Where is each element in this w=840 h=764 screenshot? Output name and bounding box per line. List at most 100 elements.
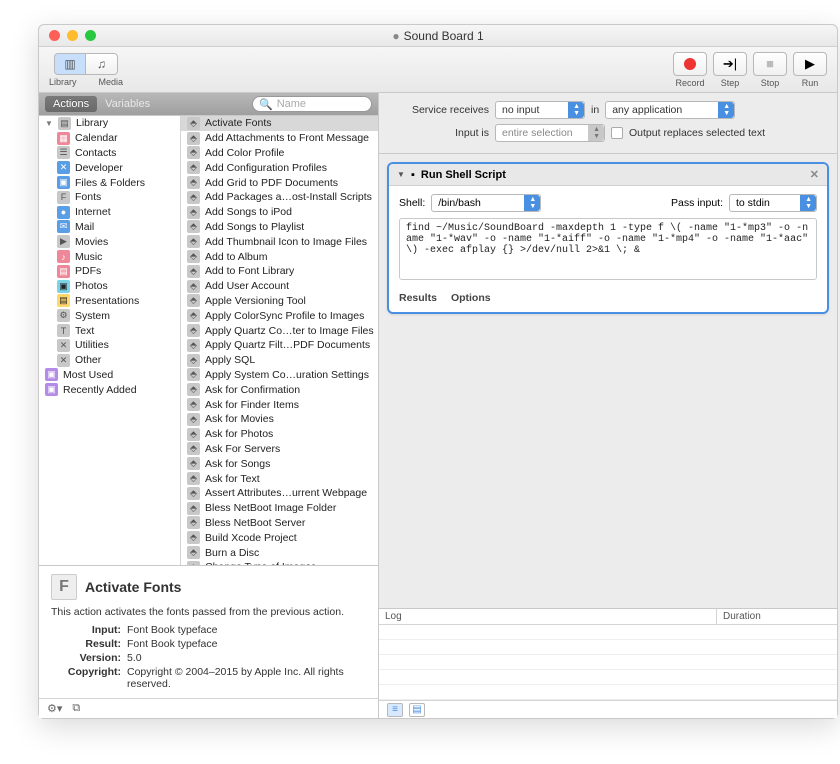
step-header[interactable]: ▼ ▪ Run Shell Script ✕ [389, 164, 827, 186]
action-item[interactable]: ⬘Add User Account [181, 279, 378, 294]
search-input[interactable]: 🔍 Name [252, 96, 372, 112]
category-label: Mail [75, 221, 94, 233]
shell-script-textarea[interactable]: find ~/Music/SoundBoard -maxdepth 1 -typ… [399, 218, 817, 280]
log-console-view-button[interactable]: ▤ [409, 703, 425, 717]
action-item[interactable]: ⬘Apple Versioning Tool [181, 294, 378, 309]
action-item[interactable]: ⬘Build Xcode Project [181, 530, 378, 545]
service-receives-select[interactable]: no input▲▼ [495, 101, 585, 119]
action-item[interactable]: ⬘Apply ColorSync Profile to Images [181, 308, 378, 323]
action-label: Bless NetBoot Server [205, 517, 305, 529]
action-item[interactable]: ⬘Add Color Profile [181, 146, 378, 161]
action-item[interactable]: ⬘Add Songs to iPod [181, 205, 378, 220]
action-item[interactable]: ⬘Apply SQL [181, 353, 378, 368]
category-item[interactable]: ▤Presentations [39, 294, 180, 309]
action-item[interactable]: ⬘Activate Fonts [181, 116, 378, 131]
close-window-button[interactable] [49, 30, 60, 41]
action-item[interactable]: ⬘Bless NetBoot Server [181, 516, 378, 531]
in-label: in [591, 104, 599, 116]
category-item[interactable]: ☰Contacts [39, 146, 180, 161]
input-is-select[interactable]: entire selection▲▼ [495, 124, 605, 142]
category-item[interactable]: ▶Movies [39, 234, 180, 249]
category-item[interactable]: ⚙System [39, 308, 180, 323]
zoom-window-button[interactable] [85, 30, 96, 41]
action-item[interactable]: ⬘Ask For Servers [181, 442, 378, 457]
action-item[interactable]: ⬘Add Songs to Playlist [181, 220, 378, 235]
info-result-value: Font Book typeface [127, 638, 366, 650]
workflow-area: Service receives no input▲▼ in any appli… [379, 93, 837, 718]
action-item[interactable]: ⬘Add Packages a…ost-Install Scripts [181, 190, 378, 205]
action-item[interactable]: ⬘Add Grid to PDF Documents [181, 175, 378, 190]
action-item[interactable]: ⬘Apply Quartz Filt…PDF Documents [181, 338, 378, 353]
action-item[interactable]: ⬘Ask for Finder Items [181, 397, 378, 412]
minimize-window-button[interactable] [67, 30, 78, 41]
step-options-button[interactable]: Options [451, 292, 491, 304]
library-label: Library [49, 77, 77, 87]
category-list[interactable]: ▼▤Library▦Calendar☰Contacts✕Developer▣Fi… [39, 116, 181, 565]
category-item[interactable]: ✉Mail [39, 220, 180, 235]
action-item[interactable]: ⬘Apply System Co…uration Settings [181, 368, 378, 383]
action-item[interactable]: ⬘Add to Album [181, 249, 378, 264]
action-item[interactable]: ⬘Ask for Text [181, 471, 378, 486]
output-replaces-checkbox[interactable] [611, 127, 623, 139]
gear-icon[interactable]: ⚙▾ [47, 702, 62, 715]
action-item[interactable]: ⬘Add to Font Library [181, 264, 378, 279]
shell-select[interactable]: /bin/bash▲▼ [431, 194, 541, 212]
toolbar: ▥ ♫ Library Media Record ➔|Step ■Stop ▶R… [39, 47, 837, 93]
info-result-key: Result: [51, 638, 121, 650]
record-button[interactable] [673, 52, 707, 76]
category-item[interactable]: ▤PDFs [39, 264, 180, 279]
action-item[interactable]: ⬘Ask for Songs [181, 456, 378, 471]
action-item[interactable]: ⬘Burn a Disc [181, 545, 378, 560]
workflow-step-run-shell-script[interactable]: ▼ ▪ Run Shell Script ✕ Shell: /bin/bash▲… [387, 162, 829, 314]
library-panel: Actions Variables 🔍 Name ▼▤Library▦Calen… [39, 93, 379, 718]
action-item[interactable]: ⬘Add Thumbnail Icon to Image Files [181, 234, 378, 249]
action-icon: ⬘ [187, 132, 200, 145]
category-icon: ♪ [57, 250, 70, 263]
tab-variables[interactable]: Variables [97, 96, 158, 112]
action-item[interactable]: ⬘Bless NetBoot Image Folder [181, 501, 378, 516]
disclosure-triangle-icon[interactable]: ▼ [45, 119, 53, 127]
category-item[interactable]: ▣Photos [39, 279, 180, 294]
log-column-log[interactable]: Log [379, 609, 717, 624]
category-item[interactable]: ✕Other [39, 353, 180, 368]
stop-button[interactable]: ■ [753, 52, 787, 76]
category-item[interactable]: ▣Files & Folders [39, 175, 180, 190]
service-app-select[interactable]: any application▲▼ [605, 101, 735, 119]
category-item[interactable]: ▦Calendar [39, 131, 180, 146]
category-item[interactable]: ▣Most Used [39, 368, 180, 383]
category-icon: T [57, 324, 70, 337]
action-item[interactable]: ⬘Ask for Photos [181, 427, 378, 442]
action-icon: ⬘ [187, 309, 200, 322]
workflow-icon[interactable]: ⧉ [72, 702, 80, 715]
library-view-button[interactable]: ▥ [54, 53, 86, 75]
category-item[interactable]: ▣Recently Added [39, 382, 180, 397]
action-item[interactable]: ⬘Add Attachments to Front Message [181, 131, 378, 146]
run-button[interactable]: ▶ [793, 52, 827, 76]
action-icon: ⬘ [187, 472, 200, 485]
workflow-canvas[interactable]: ▼ ▪ Run Shell Script ✕ Shell: /bin/bash▲… [379, 154, 837, 608]
step-results-button[interactable]: Results [399, 292, 437, 304]
action-item[interactable]: ⬘Add Configuration Profiles [181, 160, 378, 175]
category-item[interactable]: ♪Music [39, 249, 180, 264]
action-item[interactable]: ⬘Ask for Movies [181, 412, 378, 427]
tab-actions[interactable]: Actions [45, 96, 97, 112]
close-step-button[interactable]: ✕ [810, 168, 819, 181]
log-list-view-button[interactable]: ≡ [387, 703, 403, 717]
category-label: System [75, 310, 110, 322]
category-item[interactable]: ✕Developer [39, 160, 180, 175]
log-column-duration[interactable]: Duration [717, 609, 837, 624]
category-item[interactable]: ✕Utilities [39, 338, 180, 353]
info-input-key: Input: [51, 624, 121, 636]
category-item[interactable]: ▼▤Library [39, 116, 180, 131]
disclosure-triangle-icon[interactable]: ▼ [397, 171, 405, 179]
action-list[interactable]: ⬘Activate Fonts⬘Add Attachments to Front… [181, 116, 378, 565]
category-item[interactable]: ●Internet [39, 205, 180, 220]
action-item[interactable]: ⬘Assert Attributes…urrent Webpage [181, 486, 378, 501]
media-view-button[interactable]: ♫ [86, 53, 118, 75]
category-item[interactable]: TText [39, 323, 180, 338]
action-item[interactable]: ⬘Apply Quartz Co…ter to Image Files [181, 323, 378, 338]
pass-input-select[interactable]: to stdin▲▼ [729, 194, 817, 212]
step-button[interactable]: ➔| [713, 52, 747, 76]
category-item[interactable]: FFonts [39, 190, 180, 205]
action-item[interactable]: ⬘Ask for Confirmation [181, 382, 378, 397]
